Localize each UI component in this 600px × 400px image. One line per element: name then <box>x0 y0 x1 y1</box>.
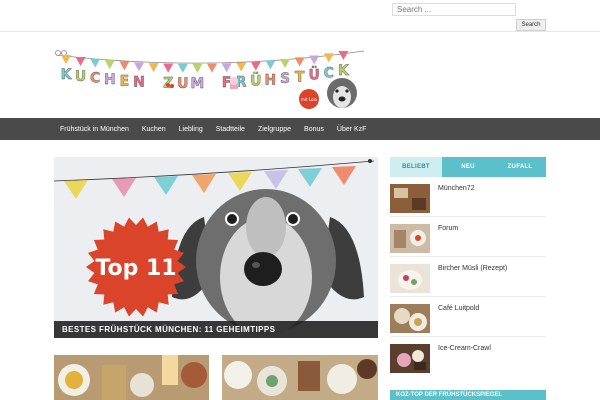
sidebar-tabs: BELIEBT NEU ZUFALL <box>390 157 546 177</box>
tab-beliebt[interactable]: BELIEBT <box>390 157 442 177</box>
list-item[interactable]: Café Luitpold <box>390 301 546 337</box>
logo-pennant <box>236 62 247 72</box>
tab-neu[interactable]: NEU <box>442 157 494 177</box>
logo-pennant <box>265 60 276 70</box>
site-logo[interactable]: KUCHENZUMFRÜHSTÜCK mit Lola <box>52 41 370 113</box>
list-item[interactable]: Bircher Müsli (Rezept) <box>390 261 546 297</box>
logo-letter: Ü <box>309 65 320 83</box>
post-thumbnail[interactable] <box>390 304 430 333</box>
logo-letter: K <box>61 67 73 83</box>
logo-pennant <box>163 63 174 73</box>
featured-post-title[interactable]: BESTES FRÜHSTÜCK MÜNCHEN: 11 GEHEIMTIPPS <box>54 321 378 338</box>
post-title[interactable]: Café Luitpold <box>438 305 479 312</box>
post-thumbnail[interactable] <box>390 224 430 253</box>
logo-pennant <box>294 57 305 67</box>
list-item[interactable]: München72 <box>390 181 546 217</box>
article-thumbnail[interactable] <box>54 355 209 400</box>
top-bar: Search <box>0 0 600 32</box>
post-title[interactable]: Bircher Müsli (Rezept) <box>438 265 507 272</box>
search-input[interactable] <box>392 3 516 16</box>
logo-letter: E <box>120 73 130 89</box>
logo-badge-text: mit Lola <box>301 97 318 102</box>
nav-item-fruehstueck[interactable]: Frühstück in München <box>60 126 129 133</box>
site-header: KUCHENZUMFRÜHSTÜCK mit Lola <box>0 33 600 118</box>
logo-letter: S <box>280 71 290 87</box>
logo-pennant <box>221 63 232 73</box>
logo-pennant <box>61 55 71 64</box>
logo-letter: T <box>295 69 305 85</box>
list-item[interactable]: Ice-Cream-Crawl <box>390 341 546 377</box>
logo-letter: N <box>133 74 145 90</box>
widget-title: KOZ-TOP DER FRÜHSTÜCKSPIEGEL <box>390 390 546 400</box>
post-thumbnail[interactable] <box>390 344 430 373</box>
logo-pennant <box>250 61 261 71</box>
logo-letter: H <box>265 72 277 88</box>
nav-item-liebling[interactable]: Liebling <box>179 126 203 133</box>
logo-pennant <box>148 63 159 73</box>
nav-item-bonus[interactable]: Bonus <box>304 126 324 133</box>
main-navigation: Frühstück in München Kuchen Liebling Sta… <box>0 118 600 140</box>
logo-pennant <box>90 58 101 68</box>
logo-pennant <box>309 55 320 65</box>
logo-pennant <box>338 51 349 60</box>
logo-pennant <box>207 63 217 73</box>
logo-letter: M <box>190 76 204 92</box>
tab-zufall[interactable]: ZUFALL <box>494 157 546 177</box>
nav-item-kuchen[interactable]: Kuchen <box>142 126 166 133</box>
featured-post[interactable]: Top 11 BESTES FRÜHSTÜCK MÜNCHEN: 11 GEHE… <box>54 157 378 338</box>
logo-pennant <box>177 63 188 73</box>
logo-pennant <box>104 60 115 70</box>
logo-letter: C <box>90 71 100 87</box>
article-thumbnail[interactable] <box>222 355 378 400</box>
nav-item-stadtteile[interactable]: Stadtteile <box>216 126 245 133</box>
nav-item-ueber[interactable]: Über KzF <box>337 126 367 133</box>
logo-letter: K <box>338 63 350 79</box>
logo-letter: U <box>75 69 86 85</box>
logo-pennant <box>75 56 86 66</box>
article-image <box>54 355 209 400</box>
logo-pennant <box>323 53 334 63</box>
search-button[interactable]: Search <box>516 19 546 31</box>
logo-letter: C <box>324 65 334 81</box>
featured-image: Top 11 <box>54 157 378 338</box>
logo-letter: Ü <box>250 72 261 90</box>
logo-letter: U <box>177 76 188 92</box>
list-item[interactable]: Forum <box>390 221 546 257</box>
post-thumbnail[interactable] <box>390 264 430 293</box>
post-title[interactable]: Forum <box>438 225 458 232</box>
post-title[interactable]: Ice-Cream-Crawl <box>438 345 491 352</box>
logo-pennant <box>192 63 203 73</box>
logo-letter: F <box>222 75 232 91</box>
post-thumbnail[interactable] <box>390 184 430 213</box>
logo-pennant <box>119 61 130 71</box>
logo-pennant <box>280 59 290 69</box>
post-title[interactable]: München72 <box>438 185 475 192</box>
article-image <box>222 355 378 400</box>
logo-pennant <box>134 62 144 72</box>
logo-letter: H <box>104 72 116 88</box>
top-badge-text: Top 11 <box>95 256 176 281</box>
nav-item-zielgruppe[interactable]: Zielgruppe <box>258 126 291 133</box>
